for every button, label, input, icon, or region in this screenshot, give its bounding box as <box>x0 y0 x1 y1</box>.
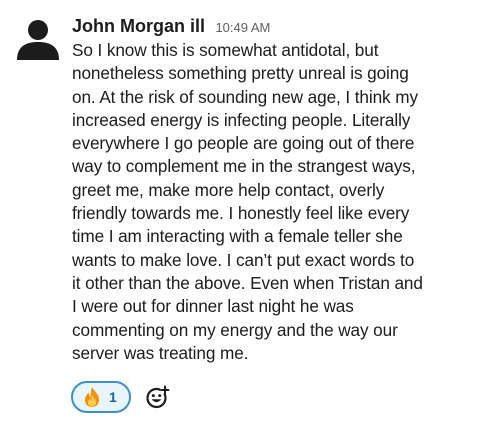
message-text: So I know this is somewhat antidotal, bu… <box>72 40 423 363</box>
add-reaction-icon <box>146 385 170 409</box>
message-timestamp[interactable]: 10:49 AM <box>215 20 270 35</box>
reaction-count: 1 <box>109 389 117 405</box>
message: John Morgan ill 10:49 AM So I know this … <box>0 0 487 425</box>
person-icon[interactable] <box>16 17 60 61</box>
message-content: John Morgan ill 10:49 AM So I know this … <box>72 14 482 365</box>
fire-icon <box>85 387 99 407</box>
message-header: John Morgan ill 10:49 AM <box>72 14 482 38</box>
add-reaction-button[interactable] <box>142 381 174 413</box>
reaction-pill[interactable]: 1 <box>71 381 131 413</box>
reactions-bar: 1 <box>71 381 174 413</box>
author-name[interactable]: John Morgan ill <box>72 16 205 36</box>
